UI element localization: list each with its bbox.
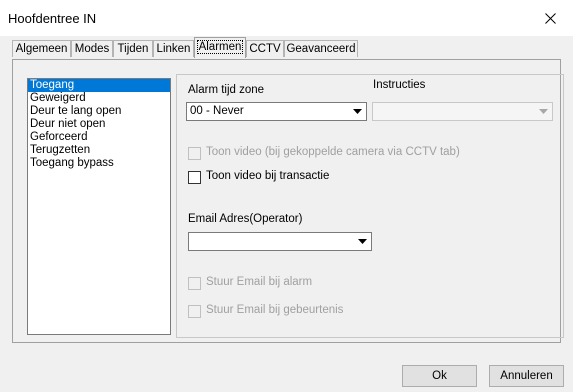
email-select[interactable] — [188, 232, 372, 251]
show-video-camera-checkbox[interactable] — [188, 147, 201, 160]
tab-algemeen[interactable]: Algemeen — [12, 40, 71, 57]
tab-modes[interactable]: Modes — [71, 40, 113, 57]
send-email-event-checkbox[interactable] — [188, 305, 201, 318]
chevron-down-icon — [350, 104, 365, 119]
list-item-geweigerd[interactable]: Geweigerd — [28, 92, 170, 105]
list-item-geforceerd[interactable]: Geforceerd — [28, 131, 170, 144]
close-button[interactable] — [527, 0, 573, 36]
tab-alarmen[interactable]: Alarmen — [194, 37, 246, 58]
tab-tijden[interactable]: Tijden — [113, 40, 153, 57]
timezone-label: Alarm tijd zone — [188, 84, 265, 96]
list-item-deur-niet-open[interactable]: Deur niet open — [28, 118, 170, 131]
ok-button[interactable]: Ok — [402, 365, 477, 387]
timezone-select[interactable]: 00 - Never — [186, 102, 367, 121]
show-video-camera-label: Toon video (bij gekoppelde camera via CC… — [206, 146, 460, 158]
event-listbox[interactable]: Toegang Geweigerd Deur te lang open Deur… — [27, 78, 171, 335]
chevron-down-icon — [536, 104, 551, 119]
list-item-terugzetten[interactable]: Terugzetten — [28, 144, 170, 157]
show-video-transaction-checkbox[interactable] — [188, 171, 201, 184]
send-email-event-label: Stuur Email bij gebeurtenis — [206, 304, 344, 316]
show-video-transaction-label: Toon video bij transactie — [206, 170, 330, 182]
timezone-value: 00 - Never — [190, 105, 244, 117]
list-item-deur-te-lang-open[interactable]: Deur te lang open — [28, 105, 170, 118]
send-email-alarm-label: Stuur Email bij alarm — [206, 276, 313, 288]
window-title: Hoofdentree IN — [8, 11, 97, 26]
title-bar: Hoofdentree IN — [0, 0, 573, 36]
email-label: Email Adres(Operator) — [188, 213, 303, 225]
tab-cctv[interactable]: CCTV — [246, 40, 284, 57]
list-item-toegang[interactable]: Toegang — [28, 79, 170, 92]
tab-geavanceerd[interactable]: Geavanceerd — [284, 40, 358, 57]
send-email-alarm-checkbox[interactable] — [188, 277, 201, 290]
instructions-select[interactable] — [372, 102, 553, 121]
tab-linken[interactable]: Linken — [153, 40, 194, 57]
cancel-button[interactable]: Annuleren — [489, 365, 564, 387]
instructions-label: Instructies — [373, 79, 426, 91]
close-icon — [544, 12, 556, 24]
chevron-down-icon — [355, 234, 370, 249]
list-item-toegang-bypass[interactable]: Toegang bypass — [28, 157, 170, 170]
